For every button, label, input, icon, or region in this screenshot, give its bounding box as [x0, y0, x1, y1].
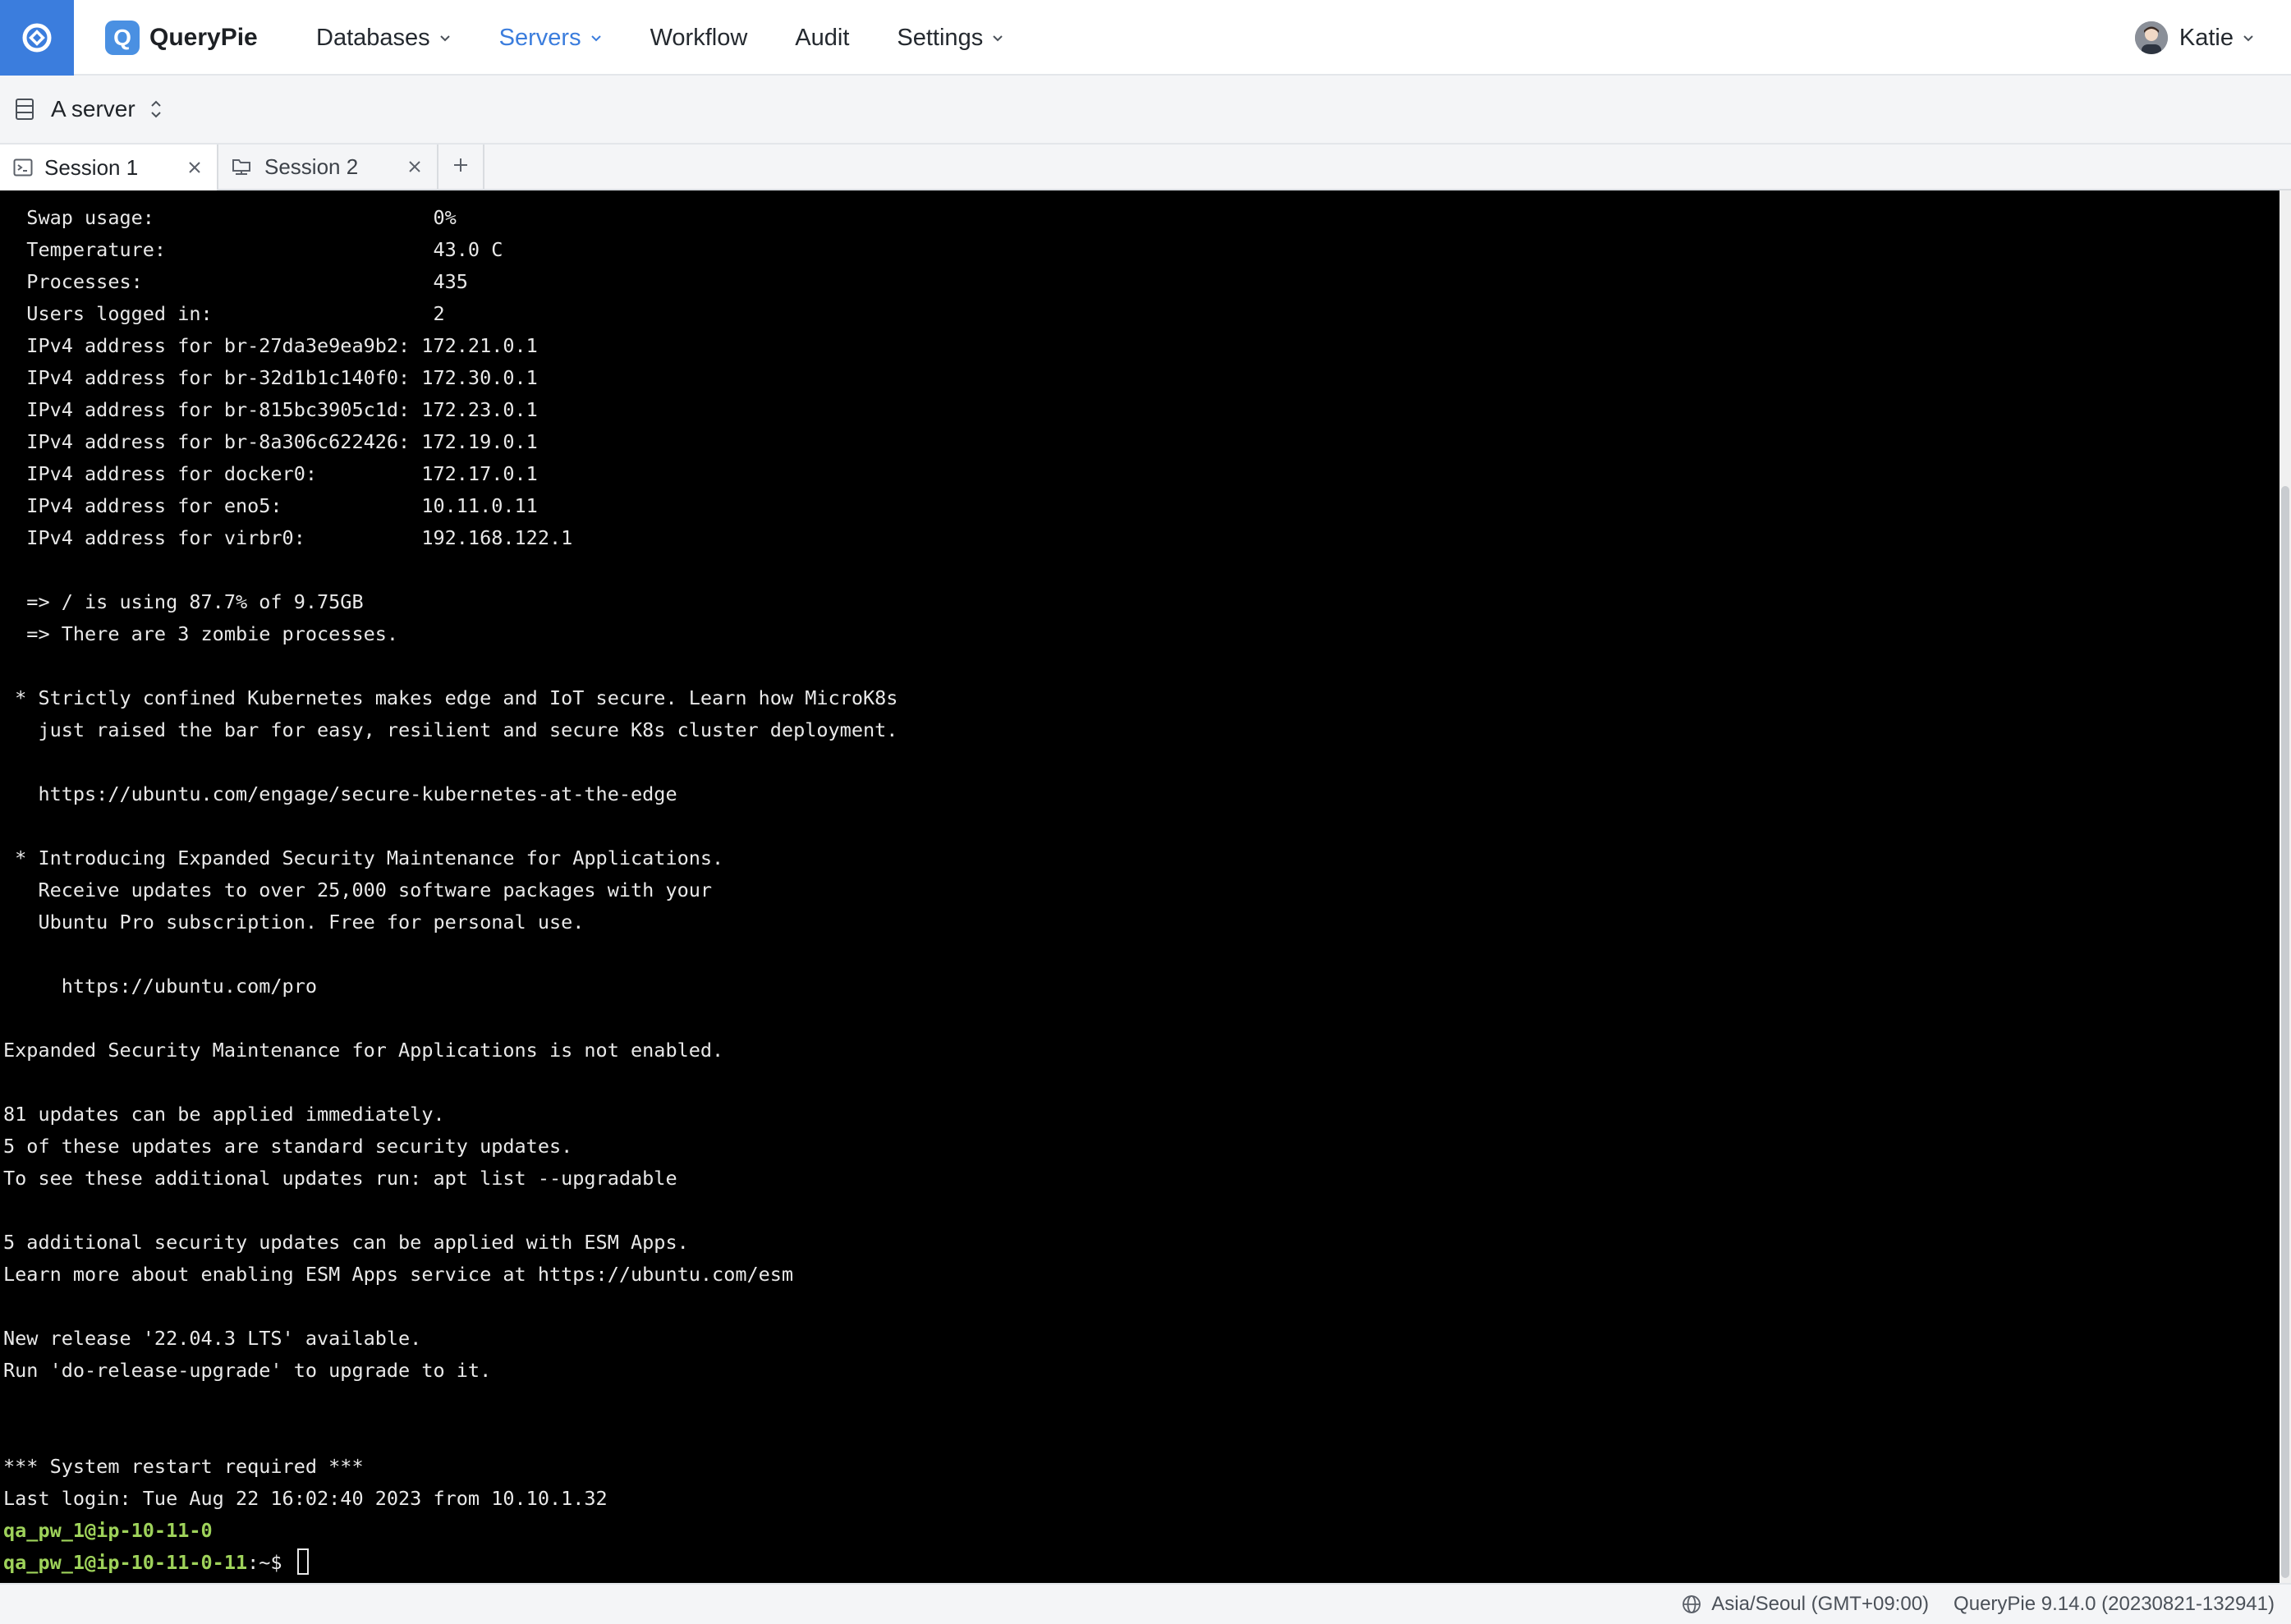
shell-prompt-suffix: :~$ — [247, 1551, 294, 1574]
tab-label: Session 1 — [44, 154, 139, 180]
terminal-icon — [13, 158, 33, 177]
terminal-line: IPv4 address for br-8a306c622426: 172.19… — [3, 430, 538, 453]
terminal-line: https://ubuntu.com/engage/secure-kuberne… — [3, 782, 677, 805]
terminal-cursor — [296, 1548, 309, 1575]
terminal-line: Last login: Tue Aug 22 16:02:40 2023 fro… — [3, 1487, 608, 1510]
terminal-line: IPv4 address for br-27da3e9ea9b2: 172.21… — [3, 334, 538, 357]
tab-session-2[interactable]: Session 2 — [218, 145, 438, 189]
tab-label: Session 2 — [264, 154, 359, 179]
terminal-line: Receive updates to over 25,000 software … — [3, 879, 713, 901]
nav-servers[interactable]: Servers — [499, 25, 603, 52]
user-name: Katie — [2179, 24, 2234, 51]
terminal-line: IPv4 address for eno5: 10.11.0.11 — [3, 494, 538, 517]
nav-label: Audit — [795, 24, 850, 51]
close-icon[interactable] — [187, 160, 202, 175]
add-session-button[interactable] — [438, 145, 484, 189]
querypie-mark-icon — [22, 23, 52, 53]
terminal-line: Temperature: 43.0 C — [3, 238, 503, 261]
terminal-line: Expanded Security Maintenance for Applic… — [3, 1039, 724, 1062]
terminal-line: IPv4 address for virbr0: 192.168.122.1 — [3, 526, 573, 549]
terminal-line: => / is using 87.7% of 9.75GB — [3, 590, 364, 613]
terminal-prompt-line[interactable]: qa_pw_1@ip-10-11-0-11:~$ — [3, 1547, 2280, 1579]
terminal-host-line: qa_pw_1@ip-10-11-0 — [3, 1519, 213, 1542]
terminal-line: Run 'do-release-upgrade' to upgrade to i… — [3, 1359, 492, 1382]
close-icon[interactable] — [407, 159, 422, 174]
terminal-line: => There are 3 zombie processes. — [3, 622, 399, 645]
terminal-output[interactable]: Swap usage: 0% Temperature: 43.0 C Proce… — [0, 190, 2280, 1583]
terminal-line: *** System restart required *** — [3, 1455, 364, 1478]
terminal-line: https://ubuntu.com/pro — [3, 975, 318, 998]
globe-icon — [1682, 1594, 1701, 1614]
session-tab-bar: Session 1 Session 2 — [0, 145, 2291, 190]
avatar — [2134, 21, 2168, 54]
chevron-up-down-icon[interactable] — [149, 99, 163, 120]
tab-session-1[interactable]: Session 1 — [0, 145, 218, 190]
nav-label: Servers — [498, 24, 581, 51]
nav-settings[interactable]: Settings — [897, 25, 1004, 52]
user-menu[interactable]: Katie — [2134, 18, 2255, 57]
chevron-down-icon — [991, 31, 1004, 44]
terminal-line: Ubuntu Pro subscription. Free for person… — [3, 911, 585, 934]
top-navigation-bar: Q QueryPie Databases Servers Workflow Au… — [0, 0, 2291, 76]
status-bar: Asia/Seoul (GMT+09:00) QueryPie 9.14.0 (… — [0, 1583, 2291, 1624]
timezone-indicator[interactable]: Asia/Seoul (GMT+09:00) — [1682, 1593, 1929, 1616]
terminal-line: 5 additional security updates can be app… — [3, 1231, 689, 1254]
server-icon — [15, 98, 34, 121]
sftp-icon — [232, 157, 253, 177]
terminal-scrollbar-thumb[interactable] — [2281, 486, 2289, 1578]
nav-label: Databases — [316, 24, 430, 51]
terminal-text: Swap usage: 0% Temperature: 43.0 C Proce… — [0, 190, 2280, 1579]
terminal-line: Users logged in: 2 — [3, 302, 445, 325]
server-selector-bar: A server — [0, 76, 2291, 145]
timezone-label: Asia/Seoul (GMT+09:00) — [1711, 1593, 1930, 1615]
terminal-line: To see these additional updates run: apt… — [3, 1167, 677, 1190]
nav-label: Workflow — [650, 24, 748, 51]
terminal-line: IPv4 address for br-815bc3905c1d: 172.23… — [3, 398, 538, 421]
shell-prompt: qa_pw_1@ip-10-11-0-11 — [3, 1551, 248, 1574]
terminal-line: Swap usage: 0% — [3, 206, 457, 229]
main-nav: Databases Servers Workflow Audit Setting… — [316, 0, 1052, 76]
app-name: QueryPie — [149, 24, 258, 51]
terminal-line: New release '22.04.3 LTS' available. — [3, 1327, 422, 1350]
home-logo-button[interactable] — [0, 0, 74, 76]
nav-audit[interactable]: Audit — [795, 25, 849, 52]
terminal-line: Learn more about enabling ESM Apps servi… — [3, 1263, 794, 1286]
terminal-line: just raised the bar for easy, resilient … — [3, 718, 898, 741]
terminal-line: 81 updates can be applied immediately. — [3, 1103, 445, 1126]
server-selector[interactable]: A server — [51, 96, 135, 122]
chevron-down-icon — [438, 31, 452, 44]
nav-workflow[interactable]: Workflow — [650, 25, 748, 52]
terminal-line: IPv4 address for br-32d1b1c140f0: 172.30… — [3, 366, 538, 389]
plus-icon — [452, 157, 469, 177]
chevron-down-icon — [590, 31, 603, 44]
terminal-line: IPv4 address for docker0: 172.17.0.1 — [3, 462, 538, 485]
nav-label: Settings — [897, 24, 984, 51]
terminal-line: 5 of these updates are standard security… — [3, 1135, 573, 1158]
terminal-line: Processes: 435 — [3, 270, 468, 293]
nav-databases[interactable]: Databases — [316, 25, 452, 52]
version-label: QueryPie 9.14.0 (20230821-132941) — [1954, 1593, 2275, 1615]
querypie-q-icon: Q — [105, 21, 140, 55]
app-logo[interactable]: Q QueryPie — [105, 20, 258, 56]
terminal-line: * Strictly confined Kubernetes makes edg… — [3, 686, 898, 709]
chevron-down-icon — [2242, 31, 2255, 44]
terminal-line: * Introducing Expanded Security Maintena… — [3, 846, 724, 869]
